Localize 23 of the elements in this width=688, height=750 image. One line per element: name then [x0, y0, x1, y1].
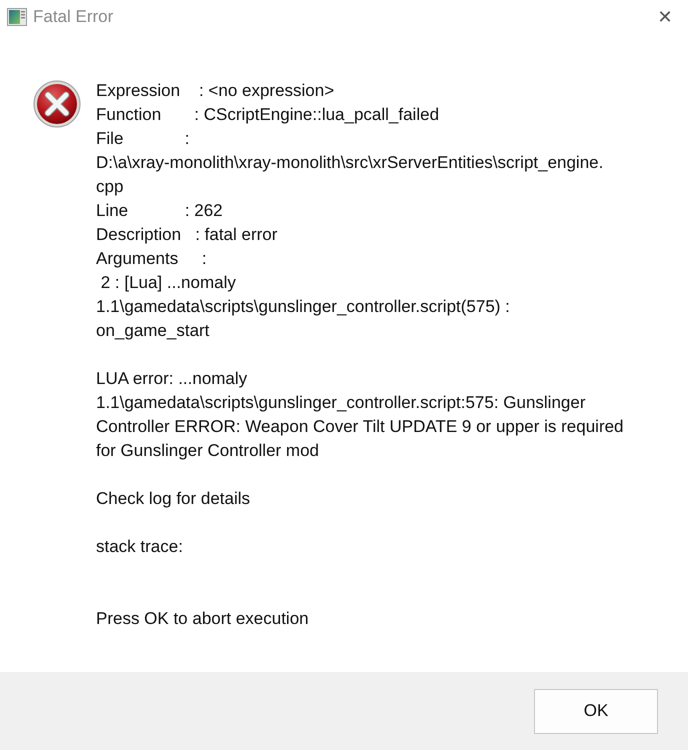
error-icon: [33, 80, 81, 128]
message-line: Press OK to abort execution: [96, 608, 309, 630]
window-title: Fatal Error: [33, 7, 114, 27]
message-line: for Gunslinger Controller mod: [96, 440, 319, 462]
message-line: on_game_start: [96, 320, 210, 342]
message-line: cpp: [96, 176, 124, 198]
message-line: Check log for details: [96, 488, 250, 510]
message-line: D:\a\xray-monolith\xray-monolith\src\xrServerEntities\script_engine.: [96, 152, 604, 174]
message-line: stack trace:: [96, 536, 183, 558]
message-line: Function : CScriptEngine::lua_pcall_failed: [96, 104, 440, 126]
message-line: Description : fatal error: [96, 224, 278, 246]
message-line: Arguments :: [96, 248, 207, 270]
message-line: LUA error: ...nomaly: [96, 368, 248, 390]
message-line: File :: [96, 128, 190, 150]
message-line: Line : 262: [96, 200, 223, 222]
message-line: 2 : [Lua] ...nomaly: [100, 272, 236, 294]
app-icon: [7, 8, 27, 26]
close-button[interactable]: ✕: [642, 0, 688, 34]
message-line: Controller ERROR: Weapon Cover Tilt UPDATE 9 or upper is required: [96, 416, 624, 438]
message-line: Expression : <no expression>: [96, 80, 334, 102]
ok-button[interactable]: OK: [534, 688, 658, 734]
message-line: 1.1\gamedata\scripts\gunslinger_controller.script(575) :: [96, 296, 510, 318]
message-line: 1.1\gamedata\scripts\gunslinger_controller.script:575: Gunslinger: [96, 392, 586, 414]
